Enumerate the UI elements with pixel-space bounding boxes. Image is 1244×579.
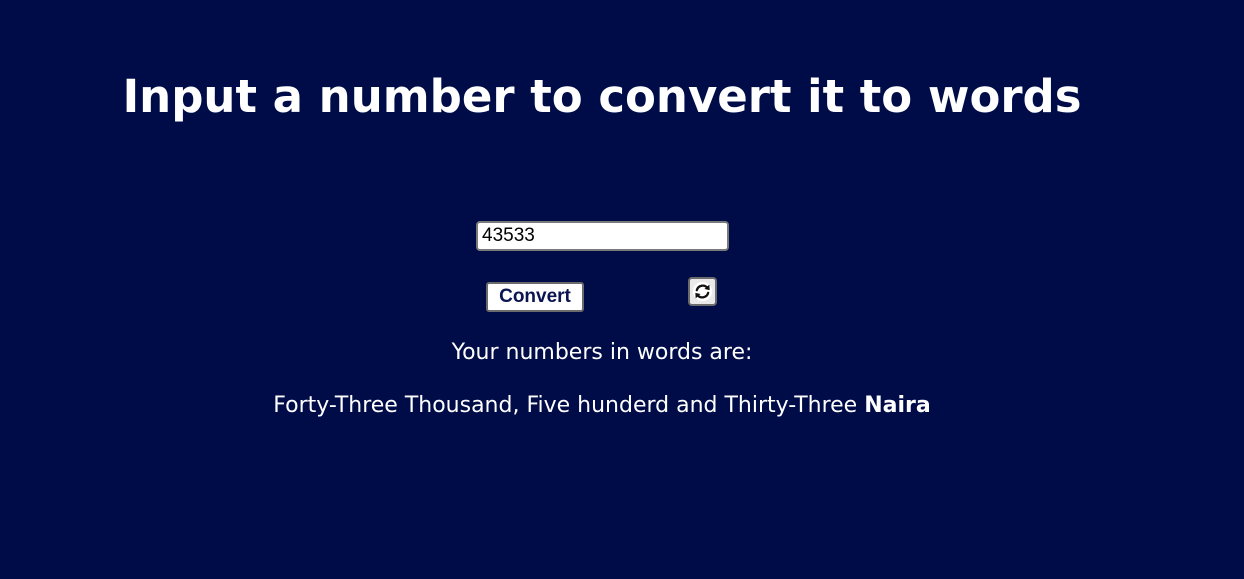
refresh-button[interactable] bbox=[688, 277, 717, 306]
result-label: Your numbers in words are: bbox=[451, 340, 753, 365]
refresh-icon bbox=[692, 281, 713, 302]
currency-label: Naira bbox=[864, 393, 931, 418]
convert-button[interactable]: Convert bbox=[486, 282, 584, 312]
page-title: Input a number to convert it to words bbox=[122, 70, 1082, 123]
number-input[interactable] bbox=[476, 221, 729, 251]
result-text: Forty-Three Thousand, Five hunderd and T… bbox=[0, 391, 1204, 421]
result-words: Forty-Three Thousand, Five hunderd and T… bbox=[273, 393, 858, 418]
